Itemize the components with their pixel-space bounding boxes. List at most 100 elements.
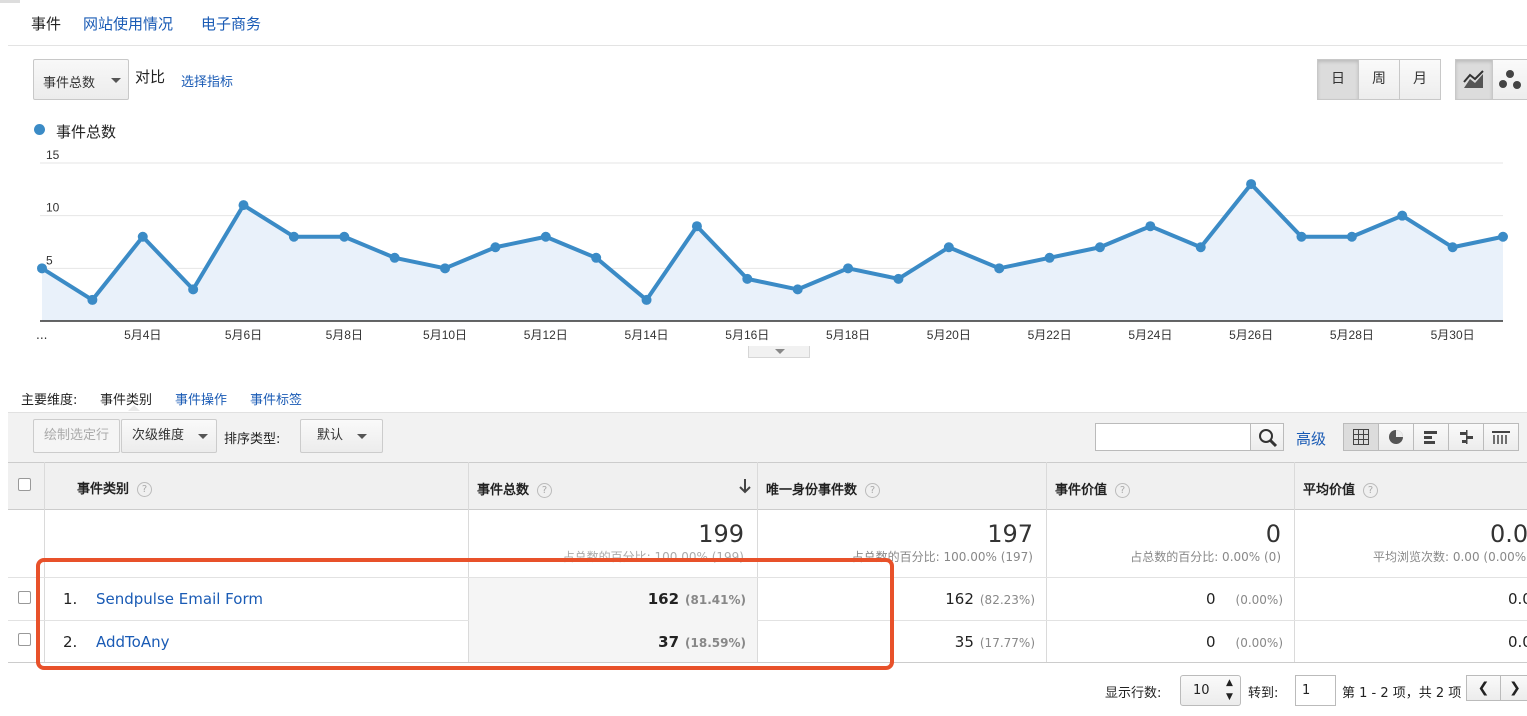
- tab-events[interactable]: 事件: [31, 13, 61, 34]
- y-tick-label: 15: [46, 148, 60, 162]
- help-icon[interactable]: ?: [1363, 483, 1379, 498]
- x-tick-label: 5月14日: [625, 328, 669, 342]
- header-total-events-label: 事件总数: [477, 483, 530, 498]
- row-checkbox[interactable]: [18, 591, 31, 604]
- event-value-sum: 0: [1265, 520, 1281, 548]
- tab-ecommerce[interactable]: 电子商务: [201, 13, 261, 34]
- row-unique-events-value: 35: [954, 633, 974, 651]
- header-event-value-label: 事件价值: [1055, 483, 1108, 498]
- avg-value-sub: 平均浏览次数: 0.00 (0.00%): [1373, 550, 1527, 564]
- data-point: [893, 273, 904, 284]
- prev-page-button[interactable]: ❮: [1466, 675, 1501, 701]
- data-point: [1195, 242, 1206, 253]
- top-left-mark: [0, 0, 20, 3]
- row-event-value: 0 (0.00%): [1206, 633, 1283, 651]
- help-icon[interactable]: ?: [1115, 483, 1131, 498]
- header-event-category[interactable]: 事件类别?: [77, 478, 153, 497]
- help-icon[interactable]: ?: [137, 482, 153, 497]
- data-point: [641, 294, 652, 305]
- header-event-value[interactable]: 事件价值?: [1055, 479, 1131, 498]
- data-point: [490, 242, 501, 253]
- table-view-button[interactable]: [1343, 423, 1379, 451]
- chevron-left-icon: ❮: [1477, 680, 1490, 696]
- dimension-event-category[interactable]: 事件类别: [100, 389, 152, 408]
- sort-type-dropdown[interactable]: 默认: [300, 419, 383, 453]
- data-point: [994, 263, 1005, 274]
- line-chart: 15 10 5... 5月4日 5月6日 5月8日 5月10日 5月12日 5月14日 5月16日…: [36, 148, 1508, 342]
- comparison-view-button[interactable]: [1448, 423, 1484, 451]
- search-button[interactable]: [1250, 423, 1284, 451]
- row-unique-events-pct: (82.23%): [979, 593, 1035, 607]
- tabs-divider: [8, 45, 1527, 46]
- dimension-event-label[interactable]: 事件标签: [250, 389, 302, 408]
- x-tick-label: 5月30日: [1431, 328, 1475, 342]
- next-page-button[interactable]: ❯: [1500, 675, 1527, 701]
- pivot-view-button[interactable]: [1483, 423, 1519, 451]
- granularity-month-button[interactable]: 月: [1399, 59, 1441, 100]
- sort-descending-icon[interactable]: [738, 478, 752, 494]
- data-point: [691, 221, 702, 232]
- data-point: [1296, 231, 1307, 242]
- row-unique-events: 35 (17.77%): [955, 633, 1035, 651]
- data-point: [37, 263, 47, 274]
- data-point: [1246, 179, 1257, 190]
- total-events-sum: 199: [698, 520, 744, 548]
- table-search-input[interactable]: [1095, 423, 1252, 451]
- chevron-right-icon: ❯: [1509, 680, 1521, 696]
- unique-events-sum: 197: [987, 520, 1033, 548]
- highlight-box: [36, 558, 894, 670]
- goto-page-input[interactable]: 1: [1295, 675, 1336, 706]
- pie-view-button[interactable]: [1378, 423, 1414, 451]
- advanced-filter-link[interactable]: 高级: [1296, 428, 1326, 449]
- event-value-sub: 占总数的百分比: 0.00% (0): [1130, 550, 1281, 564]
- secondary-dimension-dropdown[interactable]: 次级维度: [121, 419, 217, 453]
- header-avg-value[interactable]: 平均价值?: [1303, 479, 1379, 498]
- data-point: [389, 252, 400, 263]
- data-point: [440, 263, 451, 274]
- pivot-icon: [1492, 431, 1510, 444]
- x-tick-label: 5月18日: [826, 328, 870, 342]
- x-tick-label: 5月28日: [1330, 328, 1374, 342]
- row-unique-events-pct: (17.77%): [979, 636, 1035, 650]
- tab-site-usage[interactable]: 网站使用情况: [83, 13, 173, 34]
- help-icon[interactable]: ?: [865, 483, 881, 498]
- row-event-value-value: 0: [1205, 590, 1216, 608]
- pagination-range: 第 1 - 2 项，共 2 项: [1342, 686, 1462, 701]
- chart-legend-label: 事件总数: [56, 123, 117, 141]
- row-event-value-pct: (0.00%): [1235, 636, 1283, 650]
- data-point: [792, 284, 803, 295]
- dimension-event-action[interactable]: 事件操作: [175, 389, 227, 408]
- x-tick-label: 5月24日: [1128, 328, 1172, 342]
- bar-view-button[interactable]: [1413, 423, 1449, 451]
- choose-metric-link[interactable]: 选择指标: [181, 71, 233, 90]
- grid-icon: [1353, 429, 1369, 445]
- data-point: [288, 231, 299, 242]
- data-point: [1346, 231, 1357, 242]
- granularity-week-button[interactable]: 周: [1358, 59, 1400, 100]
- select-all-checkbox[interactable]: [18, 478, 31, 491]
- data-point: [87, 294, 98, 305]
- motion-chart-view-button[interactable]: [1492, 59, 1527, 100]
- bar-chart-icon: [1424, 431, 1437, 444]
- series-area: [42, 184, 1503, 321]
- granularity-day-button[interactable]: 日: [1317, 59, 1359, 100]
- plot-rows-button[interactable]: 绘制选定行: [33, 419, 121, 453]
- data-point: [1397, 210, 1408, 221]
- chart-collapse-handle[interactable]: [748, 346, 810, 358]
- pie-chart-icon: [1389, 430, 1403, 444]
- line-chart-view-button[interactable]: [1455, 59, 1493, 100]
- metric-dropdown[interactable]: 事件总数: [33, 59, 129, 100]
- data-point: [1498, 231, 1508, 242]
- x-tick-label: 5月12日: [524, 328, 568, 342]
- header-avg-value-label: 平均价值: [1303, 483, 1356, 498]
- rows-per-page-select[interactable]: 10 ▲ ▼: [1180, 675, 1241, 706]
- row-checkbox[interactable]: [18, 633, 31, 646]
- header-total-events[interactable]: 事件总数?: [477, 479, 553, 498]
- y-tick-label: 10: [46, 201, 60, 215]
- x-tick-label: ...: [36, 328, 47, 342]
- help-icon[interactable]: ?: [537, 483, 553, 498]
- sort-type-value: 默认: [317, 428, 344, 443]
- row-unique-events-value: 162: [945, 590, 974, 608]
- header-unique-events-label: 唯一身份事件数: [766, 483, 858, 498]
- header-unique-events[interactable]: 唯一身份事件数?: [766, 479, 881, 498]
